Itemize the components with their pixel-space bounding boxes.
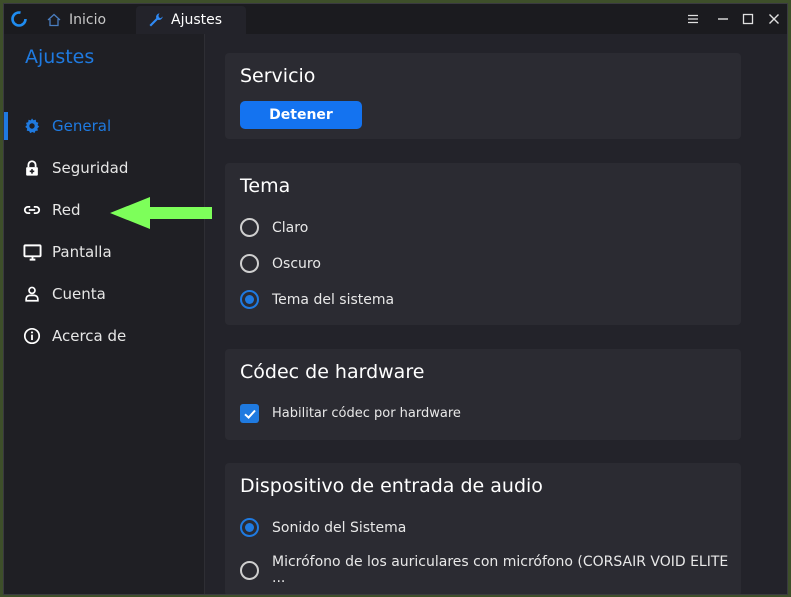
audio-input-title: Dispositivo de entrada de audio xyxy=(240,475,543,497)
minimize-icon[interactable] xyxy=(715,11,731,27)
theme-title: Tema xyxy=(240,175,291,197)
menu-icon[interactable] xyxy=(685,11,701,27)
info-icon xyxy=(22,326,42,346)
maximize-icon[interactable] xyxy=(740,11,756,27)
tab-settings-label: Ajustes xyxy=(171,12,223,28)
home-icon xyxy=(46,12,62,28)
hardware-codec-title: Códec de hardware xyxy=(240,361,425,383)
radio-button[interactable] xyxy=(240,254,259,273)
annotation-arrow-icon xyxy=(110,197,212,229)
sidebar-item-label: Acerca de xyxy=(52,327,127,345)
audio-input-card: Dispositivo de entrada de audio Sonido d… xyxy=(225,463,741,594)
service-card: Servicio Detener xyxy=(225,53,741,139)
option-label: Habilitar códec por hardware xyxy=(272,406,461,421)
option-label: Sonido del Sistema xyxy=(272,519,407,536)
radio-button[interactable] xyxy=(240,290,259,309)
audio-option-system-sound[interactable]: Sonido del Sistema xyxy=(240,518,406,537)
sidebar-item-account[interactable]: Cuenta xyxy=(4,274,204,314)
sidebar-item-label: Cuenta xyxy=(52,285,106,303)
sidebar-item-label: General xyxy=(52,117,112,135)
app-window: Inicio Ajustes Ajustes General Seguridad… xyxy=(3,3,788,595)
option-label: Oscuro xyxy=(272,255,321,272)
sidebar-item-label: Pantalla xyxy=(52,243,112,261)
gear-icon xyxy=(22,116,42,136)
audio-option-headset-mic[interactable]: Micrófono de los auriculares con micrófo… xyxy=(240,554,741,586)
wrench-icon xyxy=(148,12,164,28)
radio-button[interactable] xyxy=(240,560,259,580)
monitor-icon xyxy=(22,242,42,262)
tab-home-label: Inicio xyxy=(69,12,107,28)
theme-option-system[interactable]: Tema del sistema xyxy=(240,290,394,309)
close-icon[interactable] xyxy=(766,11,782,27)
tab-home[interactable]: Inicio xyxy=(34,6,134,34)
radio-button[interactable] xyxy=(240,218,259,237)
hardware-codec-option[interactable]: Habilitar códec por hardware xyxy=(240,404,461,423)
settings-content: Servicio Detener Tema Claro Oscuro Tema … xyxy=(205,34,787,594)
theme-card: Tema Claro Oscuro Tema del sistema xyxy=(225,163,741,325)
stop-service-button[interactable]: Detener xyxy=(240,101,362,129)
tab-settings[interactable]: Ajustes xyxy=(136,6,246,34)
radio-button[interactable] xyxy=(240,518,259,537)
app-logo-icon xyxy=(11,11,27,27)
sidebar-item-label: Red xyxy=(52,201,81,219)
checkbox[interactable] xyxy=(240,404,259,423)
hardware-codec-card: Códec de hardware Habilitar códec por ha… xyxy=(225,349,741,440)
user-icon xyxy=(22,284,42,304)
option-label: Micrófono de los auriculares con micrófo… xyxy=(272,554,729,586)
sidebar-title: Ajustes xyxy=(25,46,95,68)
theme-option-light[interactable]: Claro xyxy=(240,218,308,237)
title-bar: Inicio Ajustes xyxy=(4,4,787,34)
lock-icon xyxy=(22,158,42,178)
sidebar-item-security[interactable]: Seguridad xyxy=(4,148,204,188)
option-label: Claro xyxy=(272,219,309,236)
option-label: Tema del sistema xyxy=(272,291,395,308)
theme-option-dark[interactable]: Oscuro xyxy=(240,254,321,273)
check-icon xyxy=(243,409,256,419)
sidebar: Ajustes General Seguridad Red Pantalla C… xyxy=(4,34,205,594)
sidebar-item-general[interactable]: General xyxy=(4,106,204,146)
link-icon xyxy=(22,200,42,220)
sidebar-item-about[interactable]: Acerca de xyxy=(4,316,204,356)
service-title: Servicio xyxy=(240,65,316,87)
sidebar-item-display[interactable]: Pantalla xyxy=(4,232,204,272)
sidebar-item-label: Seguridad xyxy=(52,159,129,177)
